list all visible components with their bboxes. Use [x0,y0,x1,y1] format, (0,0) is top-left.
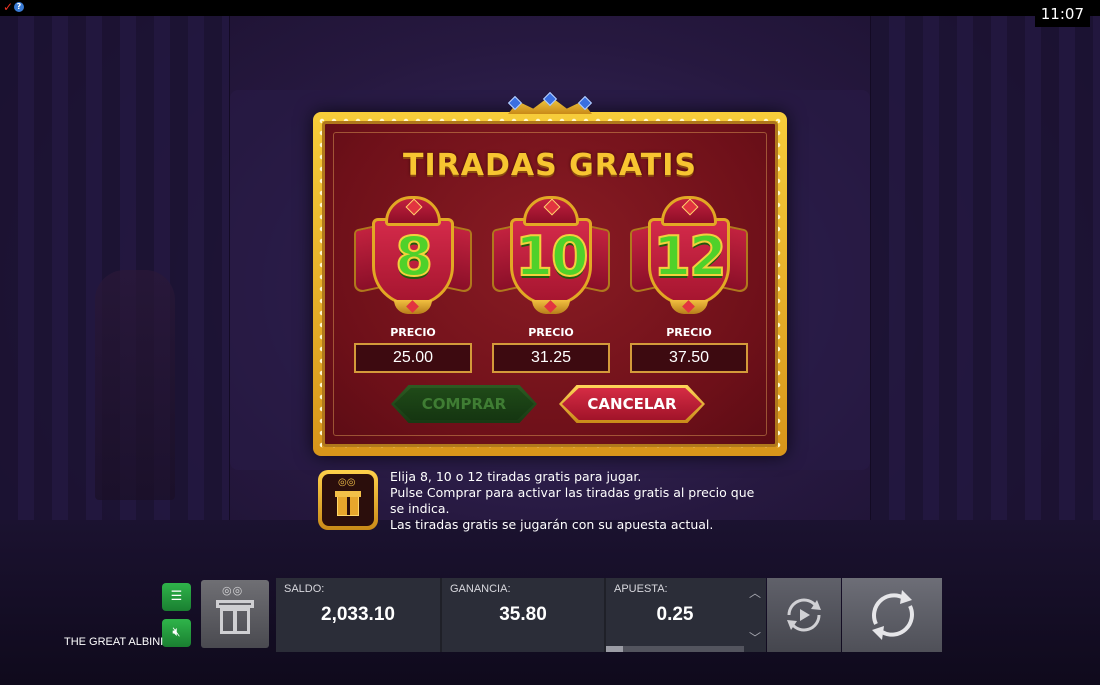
sound-muted-icon: 🔇︎ [172,625,181,640]
bet-value: 0.25 [656,604,694,625]
info-text: Elija 8, 10 o 12 tiradas gratis para jug… [390,469,770,533]
balance-label: SALDO: [284,583,325,595]
price-label: PRECIO [528,326,574,339]
bet-stepper: ︿ ﹀ [744,578,766,652]
price-value: 25.00 [354,343,472,373]
spins-option-10[interactable]: 10 PRECIO 31.25 [492,196,610,396]
clock: 11:07 [1034,1,1090,27]
balance-value: 2,033.10 [321,604,395,625]
bet-cell[interactable]: APUESTA: 0.25 [606,578,744,652]
sound-button[interactable]: 🔇︎ [162,619,191,647]
coins-icon: ◎◎ [222,584,244,597]
spins-count: 12 [652,225,727,289]
banner-cap [523,196,579,226]
coins-icon: ◎◎ [338,477,356,488]
chevron-down-icon[interactable]: ﹀ [744,629,766,646]
check-icon: ✓ [3,0,14,14]
gift-box-shape [220,608,250,634]
win-label: GANANCIA: [450,583,511,595]
gift-icon-face: ◎◎ [322,474,374,526]
spins-count: 8 [394,225,434,289]
gift-icon: ◎◎ [318,470,378,530]
price-value: 37.50 [630,343,748,373]
dialog-panel: TIRADAS GRATIS 8 PRECIO 25.00 10 PRECIO … [322,121,778,447]
curtain-right [870,16,1100,576]
bet-label: APUESTA: [614,583,668,595]
bet-level-fill [606,646,623,652]
info-line-1: Elija 8, 10 o 12 tiradas gratis para jug… [390,469,642,484]
chevron-up-icon[interactable]: ︿ [744,584,766,601]
price-value: 31.25 [492,343,610,373]
win-value: 35.80 [499,604,547,625]
free-spins-dialog: TIRADAS GRATIS 8 PRECIO 25.00 10 PRECIO … [313,91,787,456]
menu-button[interactable]: ☰ [162,583,191,611]
bet-level-bar [606,646,744,652]
balance-cell: SALDO: 2,033.10 [276,578,442,652]
price-label: PRECIO [666,326,712,339]
buy-button-label: COMPRAR [421,395,507,413]
price-label: PRECIO [390,326,436,339]
dialog-title: TIRADAS GRATIS [403,148,697,183]
spin-icon [872,590,914,640]
info-line-2: Pulse Comprar para activar las tiradas g… [390,485,755,516]
banner-icon: 12 [630,196,748,314]
game-name: THE GREAT ALBINI [64,636,164,648]
banner-base [394,300,432,314]
banner-base [670,300,708,314]
banner-icon: 10 [492,196,610,314]
spin-button[interactable] [842,578,942,652]
banner-cap [385,196,441,226]
spins-count: 10 [514,225,589,289]
autoplay-button[interactable] [767,578,841,652]
cancel-button-label: CANCELAR [587,395,677,413]
gift-box-shape [335,491,361,516]
help-icon[interactable]: ? [14,2,24,12]
spins-option-8[interactable]: 8 PRECIO 25.00 [354,196,472,396]
banner-cap [661,196,717,226]
spins-option-12[interactable]: 12 PRECIO 37.50 [630,196,748,396]
win-cell: GANANCIA: 35.80 [442,578,606,652]
buy-free-spins-button[interactable]: ◎◎ [201,580,269,648]
info-line-3: Las tiradas gratis se jugarán con su apu… [390,517,714,532]
banner-icon: 8 [354,196,472,314]
autoplay-icon [787,598,821,632]
menu-icon: ☰ [170,589,183,604]
buy-button[interactable]: COMPRAR [391,385,537,423]
banner-base [532,300,570,314]
gift-icon [216,600,254,608]
status-bar: ✓ ? [0,0,1100,16]
stats-panel: SALDO: 2,033.10 GANANCIA: 35.80 APUESTA:… [276,578,766,652]
magician-figure [95,270,175,500]
cancel-button[interactable]: CANCELAR [559,385,705,423]
